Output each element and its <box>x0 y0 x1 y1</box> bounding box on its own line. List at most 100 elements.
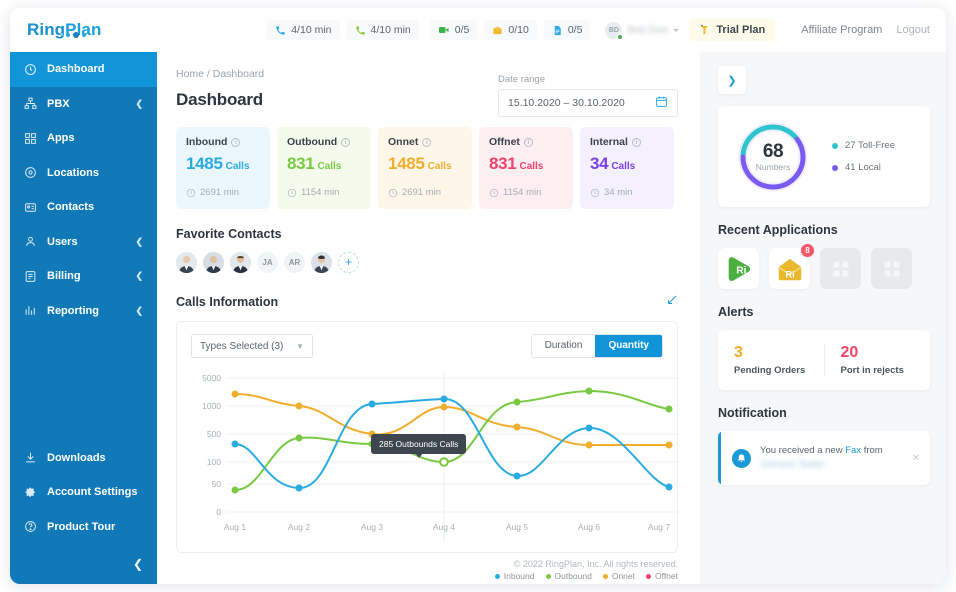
sidebar-item-downloads[interactable]: Downloads <box>10 441 157 476</box>
expand-icon[interactable] <box>666 293 678 311</box>
legend-item-local[interactable]: 41 Local <box>832 162 895 173</box>
sidebar-item-label: Downloads <box>47 451 106 464</box>
calls-chart-card: Types Selected (3) ▼ Duration Quantity 5… <box>176 321 678 553</box>
app-icon-placeholder[interactable] <box>871 248 912 289</box>
stat-card-inbound[interactable]: Inbound i 1485 Calls 2691 min <box>176 127 270 209</box>
legend-item-toll-free[interactable]: 27 Toll-Free <box>832 140 895 151</box>
calendar-icon[interactable] <box>655 95 668 111</box>
favorite-contacts-section: Favorite Contacts JA AR + <box>176 227 678 273</box>
clock-icon <box>388 188 398 197</box>
favorite-contact-initials[interactable]: AR <box>284 252 305 273</box>
sidebar-item-locations[interactable]: Locations <box>10 156 157 191</box>
sidebar-item-label: Dashboard <box>47 63 105 76</box>
sidebar: Dashboard PBX ❮ Apps Locations Contacts … <box>10 52 157 584</box>
pill-inbound-minutes[interactable]: 4/10 min <box>267 20 340 40</box>
svg-text:Ri: Ri <box>785 269 794 279</box>
contacts-icon <box>23 201 37 214</box>
legend-dot-icon <box>545 573 551 579</box>
pill-video[interactable]: 0/5 <box>429 20 478 40</box>
favorite-contact-avatar[interactable] <box>230 252 251 273</box>
add-favorite-contact-button[interactable]: + <box>338 252 359 273</box>
call-types-select[interactable]: Types Selected (3) ▼ <box>191 334 313 358</box>
billing-icon <box>23 270 37 283</box>
legend-item-inbound[interactable]: Inbound <box>494 571 535 581</box>
stat-unit: Calls <box>427 161 452 172</box>
app-icon-ringplan-mail[interactable]: 8 Ri <box>769 243 815 289</box>
info-icon[interactable]: i <box>341 137 351 147</box>
app-icon-ringplan-meet[interactable]: Ri <box>718 248 759 289</box>
legend-item-offnet[interactable]: Offnet <box>646 571 678 581</box>
tab-duration[interactable]: Duration <box>531 335 596 357</box>
alert-port-in-rejects[interactable]: 20 Port in rejects <box>823 344 931 376</box>
legend-item-outbound[interactable]: Outbound <box>545 571 592 581</box>
y-axis-tick: 100 <box>206 457 221 467</box>
y-axis-tick: 500 <box>206 429 221 439</box>
info-icon[interactable]: i <box>523 137 533 147</box>
notification-badge: 8 <box>800 243 815 258</box>
pill-briefcase[interactable]: 0/10 <box>484 20 537 40</box>
sidebar-item-dashboard[interactable]: Dashboard <box>10 52 157 87</box>
alert-pending-orders[interactable]: 3 Pending Orders <box>718 344 824 376</box>
chevron-left-icon: ❮ <box>135 305 143 316</box>
favorite-contacts-list: JA AR + <box>176 252 678 273</box>
notification-card[interactable]: You received a new Fax from Johnson Test… <box>718 431 930 485</box>
notification-text: You received a new Fax from Johnson Test… <box>760 444 883 472</box>
right-panel: ❯ 68 Numbers 27 Toll-Free 41 Local Recen… <box>700 52 946 584</box>
trial-plan-button[interactable]: Trial Plan <box>689 19 776 41</box>
stat-card-offnet[interactable]: Offnet i 831 Calls 1154 min <box>479 127 573 209</box>
favorite-contact-avatar[interactable] <box>176 252 197 273</box>
sidebar-item-product-tour[interactable]: Product Tour <box>10 510 157 545</box>
avatar-initials: BD <box>608 26 619 34</box>
favorite-contact-avatar[interactable] <box>203 252 224 273</box>
y-axis-tick: 1000 <box>202 401 221 411</box>
sidebar-item-apps[interactable]: Apps <box>10 121 157 156</box>
brand-logo[interactable]: RingPlan <box>10 20 157 40</box>
calls-information-header: Calls Information <box>176 293 678 311</box>
pill-document[interactable]: 0/5 <box>543 20 591 40</box>
location-icon <box>23 166 37 179</box>
tab-quantity[interactable]: Quantity <box>595 335 662 357</box>
close-icon[interactable]: ✕ <box>912 453 920 464</box>
logo-dots-icon <box>60 26 89 44</box>
plus-icon: + <box>344 255 352 269</box>
user-menu[interactable]: BD Bob Doe <box>605 21 680 40</box>
stat-card-internal[interactable]: Internal i 34 Calls 34 min <box>580 127 674 209</box>
gear-icon <box>23 486 37 499</box>
legend-item-onnet[interactable]: Onnet <box>602 571 635 581</box>
sidebar-item-users[interactable]: Users ❮ <box>10 225 157 260</box>
info-icon[interactable]: i <box>631 137 641 147</box>
legend-dot-icon <box>832 164 838 171</box>
info-icon[interactable]: i <box>422 137 432 147</box>
date-range-picker[interactable]: Date range 15.10.2020 – 30.10.2020 <box>498 74 678 117</box>
donut-center-label: 68 Numbers <box>736 120 810 194</box>
stat-card-onnet[interactable]: Onnet i 1485 Calls 2691 min <box>378 127 472 209</box>
stat-title: Outbound <box>287 136 338 148</box>
sidebar-item-contacts[interactable]: Contacts <box>10 190 157 225</box>
x-axis-tick: Aug 2 <box>279 522 319 533</box>
calls-line-chart[interactable]: 5000 1000 500 100 50 0 285 Outbounds Cal… <box>191 372 677 542</box>
affiliate-program-link[interactable]: Affiliate Program <box>801 24 882 36</box>
pill-outbound-minutes[interactable]: 4/10 min <box>346 20 419 40</box>
favorite-contact-initials[interactable]: JA <box>257 252 278 273</box>
sidebar-item-label: Account Settings <box>47 486 138 499</box>
favorite-contact-avatar[interactable] <box>311 252 332 273</box>
bell-icon <box>732 448 751 468</box>
sidebar-collapse-button[interactable]: ❮ <box>10 544 157 584</box>
x-tick-label: Aug 1 <box>223 522 247 532</box>
logout-link[interactable]: Logout <box>896 24 930 36</box>
sidebar-item-billing[interactable]: Billing ❮ <box>10 259 157 294</box>
sidebar-item-pbx[interactable]: PBX ❮ <box>10 87 157 122</box>
fax-link[interactable]: Fax <box>845 445 861 456</box>
panel-expand-button[interactable]: ❯ <box>718 66 746 94</box>
date-range-input[interactable]: 15.10.2020 – 30.10.2020 <box>498 89 678 117</box>
meet-app-icon: Ri <box>728 256 750 281</box>
svg-text:Ri: Ri <box>736 265 746 276</box>
notification-accent-bar <box>718 431 721 485</box>
app-icon-placeholder[interactable] <box>820 248 861 289</box>
sidebar-item-reporting[interactable]: Reporting ❮ <box>10 294 157 329</box>
info-icon[interactable]: i <box>231 137 241 147</box>
sidebar-item-account-settings[interactable]: Account Settings <box>10 475 157 510</box>
sidebar-item-label: Contacts <box>47 201 95 214</box>
pill-label: 0/5 <box>567 24 583 36</box>
stat-card-outbound[interactable]: Outbound i 831 Calls 1154 min <box>277 127 371 209</box>
